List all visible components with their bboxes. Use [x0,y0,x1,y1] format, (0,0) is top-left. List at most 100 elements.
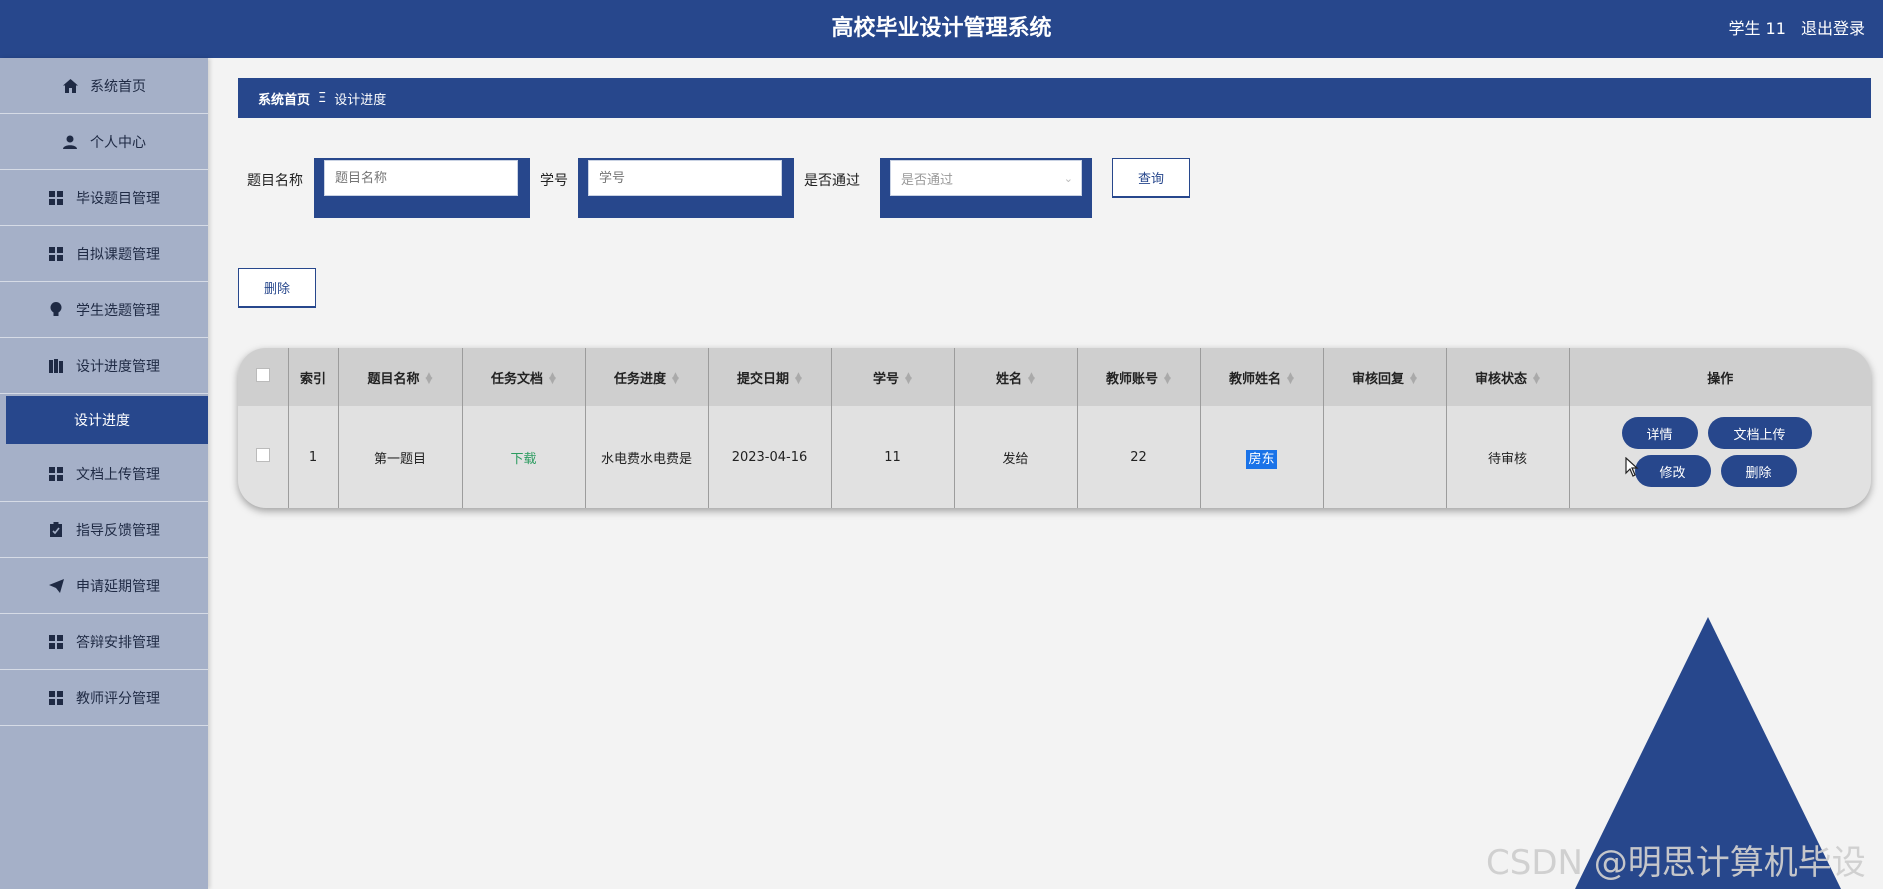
sidebar-item-label: 学生选题管理 [76,302,160,319]
sort-icon[interactable]: ▲ ▼ [549,372,556,386]
student-id-label: 学号 [540,173,568,189]
cell-status: 待审核 [1446,406,1570,508]
pass-select-placeholder: 是否通过 [901,172,954,188]
sort-icon[interactable]: ▲ ▼ [672,372,679,386]
sidebar-item-self-topics[interactable]: 自拟课题管理 [0,226,208,282]
sidebar-item-defense[interactable]: 答辩安排管理 [0,614,208,670]
home-icon [62,78,78,94]
book-icon [48,358,64,374]
bulk-delete-button[interactable]: 删除 [238,268,316,308]
sidebar-item-label: 系统首页 [90,78,146,95]
breadcrumb: 系统首页 Ξ 设计进度 [238,78,1871,118]
col-header-topic[interactable]: 题目名称 ▲ ▼ [338,348,463,406]
col-header-ops: 操作 [1569,348,1871,406]
detail-button[interactable]: 详情 [1621,417,1698,449]
row-actions: 详情 文档上传 修改 删除 [1570,406,1872,508]
breadcrumb-separator: Ξ [318,90,327,106]
col-header-name[interactable]: 姓名 ▲ ▼ [954,348,1078,406]
pass-select[interactable]: 是否通过 ⌄ [890,160,1082,196]
table-header-row: 索引 题目名称 ▲ ▼ 任务文档 ▲ ▼ 任务进度 ▲ ▼ 提交日期 ▲ ▼ 学号 ▲ ▼ 姓名 ▲ ▼… [238,348,1871,406]
sort-icon[interactable]: ▲ ▼ [1533,372,1540,386]
sidebar-item-extension[interactable]: 申请延期管理 [0,558,208,614]
pass-field-wrap: 是否通过 ⌄ [880,158,1092,218]
watermark-text: CSDN @明思计算机毕设 [1486,843,1866,883]
logout-link[interactable]: 退出登录 [1801,19,1865,38]
col-header-status[interactable]: 审核状态 ▲ ▼ [1446,348,1570,406]
grid-icon [48,190,64,206]
cell-topic: 第一题目 [338,406,463,508]
sidebar-item-progress[interactable]: 设计进度管理 [0,338,208,394]
sidebar-item-upload[interactable]: 文档上传管理 [0,446,208,502]
col-header-teacher-account[interactable]: 教师账号 ▲ ▼ [1077,348,1201,406]
row-checkbox[interactable] [238,406,289,508]
progress-table: 索引 题目名称 ▲ ▼ 任务文档 ▲ ▼ 任务进度 ▲ ▼ 提交日期 ▲ ▼ 学号 ▲ ▼ 姓名 ▲ ▼… [238,348,1871,508]
student-id-input[interactable] [588,160,782,196]
sidebar-item-label: 毕设题目管理 [76,190,160,207]
sidebar-subitem-progress[interactable]: 设计进度 [6,396,208,444]
col-header-doc[interactable]: 任务文档 ▲ ▼ [462,348,586,406]
sidebar-item-label: 个人中心 [90,134,146,151]
search-form: 题目名称 学号 是否通过 是否通过 ⌄ 查询 [238,156,1238,220]
sidebar: 系统首页 个人中心 毕设题目管理 自拟课题管理 学生选题管理 设计进度管理 设计… [0,58,208,889]
cell-doc: 下载 [462,406,586,508]
col-header-date[interactable]: 提交日期 ▲ ▼ [708,348,832,406]
sort-icon[interactable]: ▲ ▼ [1164,372,1171,386]
top-bar: 高校毕业设计管理系统 学生 11 退出登录 [0,0,1883,58]
person-icon [62,134,78,150]
send-icon [48,578,64,594]
sort-icon[interactable]: ▲ ▼ [905,372,912,386]
cell-name: 发给 [954,406,1078,508]
col-header-reply[interactable]: 审核回复 ▲ ▼ [1323,348,1447,406]
sidebar-item-scoring[interactable]: 教师评分管理 [0,670,208,726]
grid-icon [48,246,64,262]
col-header-student-id[interactable]: 学号 ▲ ▼ [831,348,955,406]
user-area: 学生 11 退出登录 [1718,0,1865,58]
sidebar-item-home[interactable]: 系统首页 [0,58,208,114]
bulb-icon [48,302,64,318]
sidebar-item-label: 教师评分管理 [76,690,160,707]
cell-reply [1323,406,1447,508]
sidebar-item-label: 文档上传管理 [76,466,160,483]
col-header-teacher-name[interactable]: 教师姓名 ▲ ▼ [1200,348,1324,406]
sidebar-item-label: 设计进度管理 [76,358,160,375]
clipboard-icon [48,522,64,538]
grid-icon [48,690,64,706]
sidebar-item-topics[interactable]: 毕设题目管理 [0,170,208,226]
cell-student-id: 11 [831,406,955,508]
select-all-checkbox[interactable] [238,348,289,406]
topic-input[interactable] [324,160,518,196]
student-id-field-wrap [578,158,794,218]
mouse-cursor-icon [1625,457,1639,477]
app-title: 高校毕业设计管理系统 [831,16,1052,41]
edit-button[interactable]: 修改 [1634,455,1711,487]
sort-icon[interactable]: ▲ ▼ [1028,372,1035,386]
delete-button[interactable]: 删除 [1720,455,1797,487]
current-user: 学生 11 [1728,19,1786,38]
query-button[interactable]: 查询 [1112,158,1190,198]
sidebar-item-label: 答辩安排管理 [76,634,160,651]
breadcrumb-current: 设计进度 [334,92,387,108]
breadcrumb-home[interactable]: 系统首页 [258,89,310,108]
sidebar-item-feedback[interactable]: 指导反馈管理 [0,502,208,558]
topic-field-wrap [314,158,530,218]
sidebar-item-label: 申请延期管理 [76,578,160,595]
col-header-index: 索引 [288,348,339,406]
grid-icon [48,466,64,482]
doc-upload-button[interactable]: 文档上传 [1707,417,1812,449]
download-link[interactable]: 下载 [510,452,536,467]
sort-icon[interactable]: ▲ ▼ [795,372,802,386]
cell-teacher-name: 房东 [1200,406,1324,508]
cell-date: 2023-04-16 [708,406,832,508]
sort-icon[interactable]: ▲ ▼ [1410,372,1417,386]
cell-index: 1 [288,406,339,508]
sort-icon[interactable]: ▲ ▼ [426,372,433,386]
sidebar-item-profile[interactable]: 个人中心 [0,114,208,170]
sort-icon[interactable]: ▲ ▼ [1287,372,1294,386]
col-header-progress[interactable]: 任务进度 ▲ ▼ [585,348,709,406]
cell-teacher-account: 22 [1077,406,1201,508]
pass-label: 是否通过 [804,173,860,189]
sidebar-item-selection[interactable]: 学生选题管理 [0,282,208,338]
sidebar-item-label: 指导反馈管理 [76,522,160,539]
cell-progress: 水电费水电费是 [585,406,709,508]
chevron-down-icon: ⌄ [1063,171,1073,185]
